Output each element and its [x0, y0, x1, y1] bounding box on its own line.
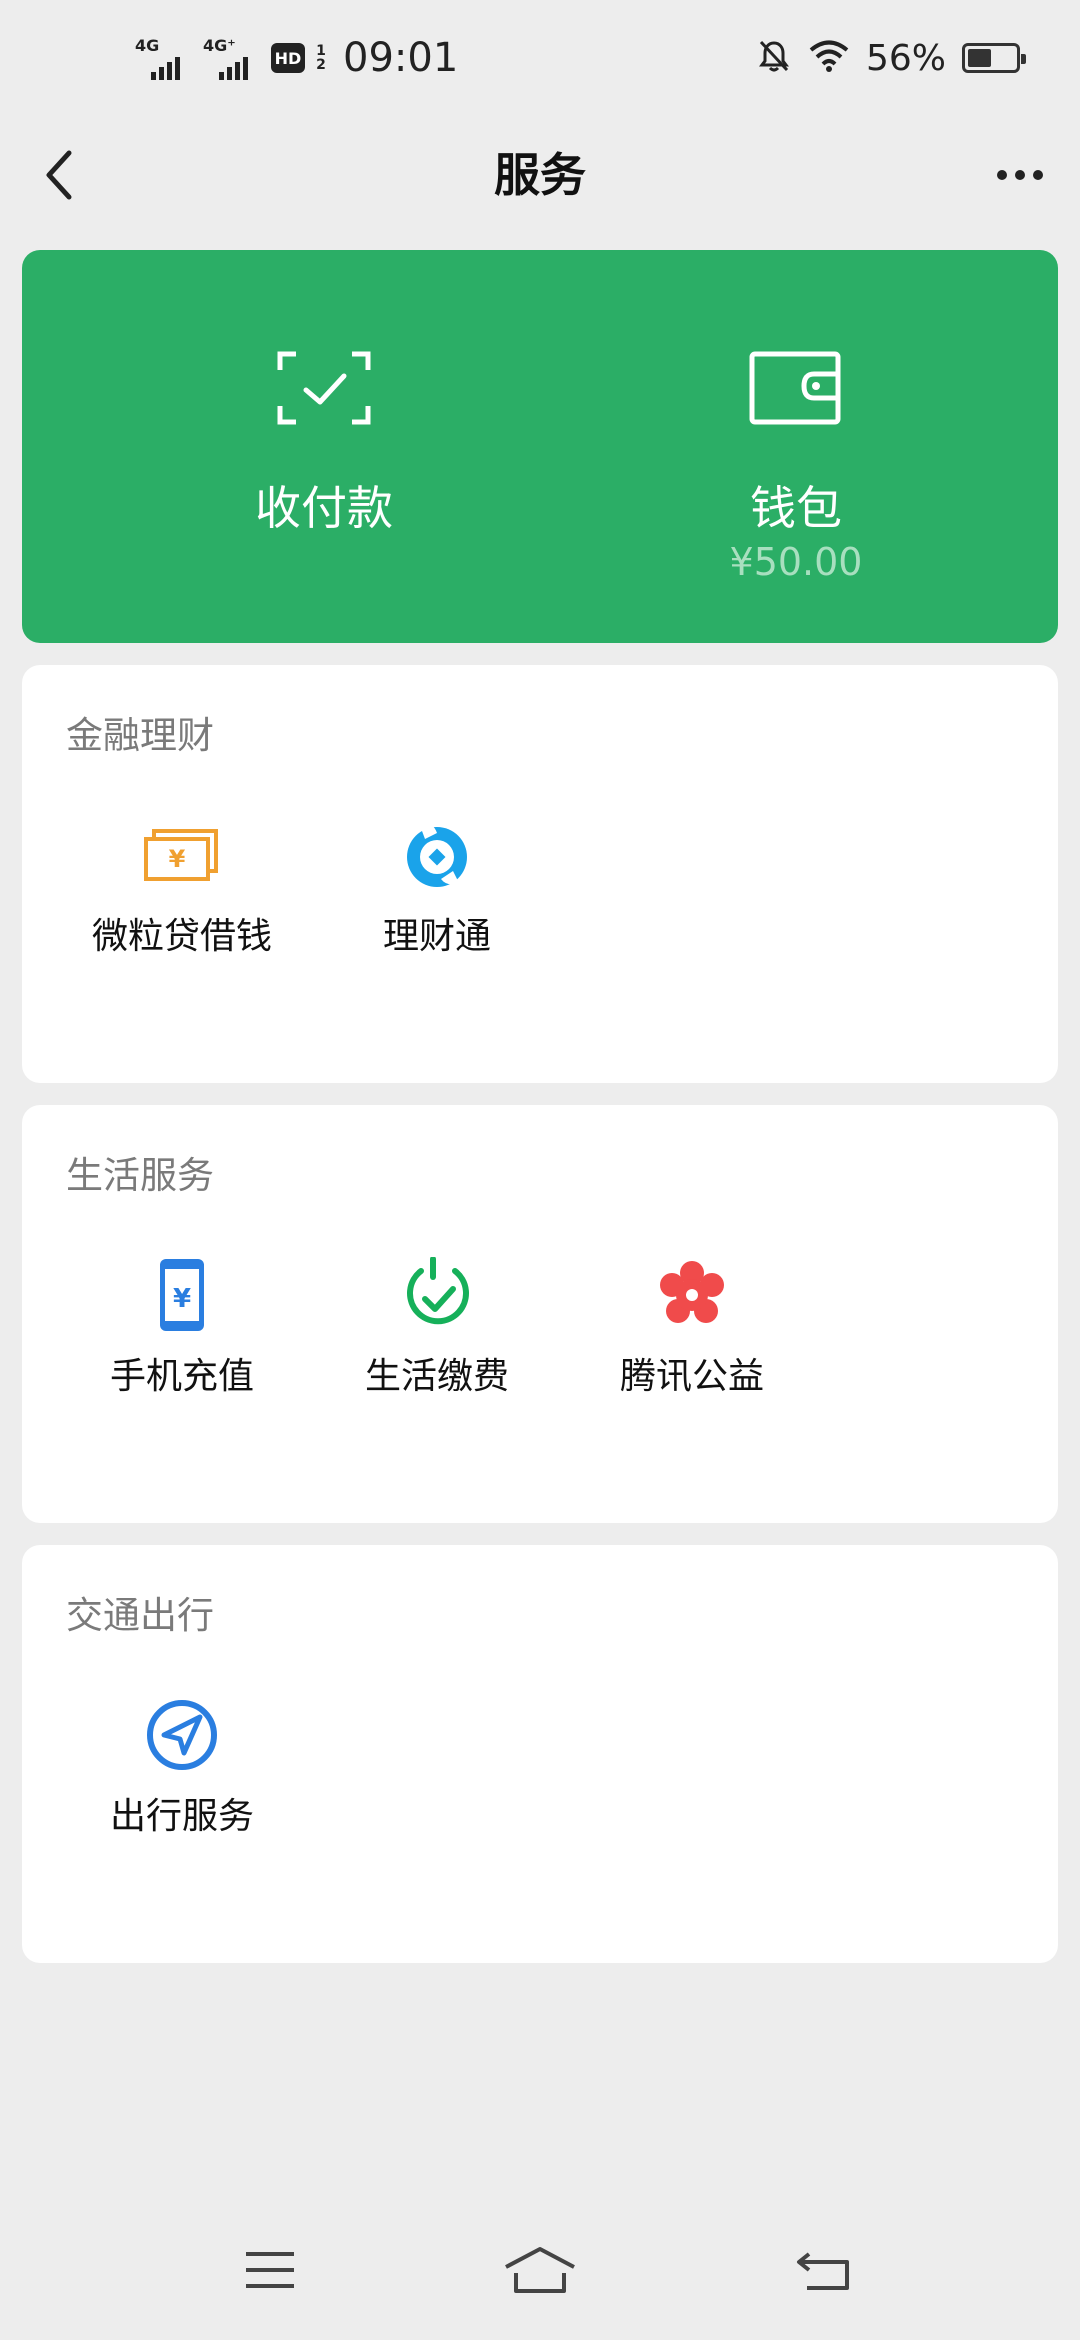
tile-utility-bills[interactable]: 生活缴费 [322, 1255, 552, 1455]
battery-icon [962, 43, 1026, 73]
tile-travel-services[interactable]: 出行服务 [67, 1695, 297, 1895]
pay-receive-label: 收付款 [255, 481, 393, 535]
return-button[interactable] [770, 2220, 880, 2320]
page-title: 服务 [494, 148, 586, 202]
mute-bell-icon [756, 38, 792, 78]
scan-check-icon [124, 350, 524, 430]
tile-phone-topup[interactable]: ¥ 手机充值 [67, 1255, 297, 1455]
more-dot [1033, 170, 1043, 180]
tile-licaitong[interactable]: 理财通 [322, 815, 552, 1015]
battery-percent: 56% [865, 37, 946, 79]
signal-2-icon: 4G⁺ [203, 30, 261, 86]
status-time: 09:01 [343, 35, 459, 81]
status-left: 4G 4G⁺ HD 1 2 09:01 [135, 28, 458, 88]
phone-yuan-icon: ¥ [67, 1255, 297, 1335]
pay-receive-button[interactable]: 收付款 [124, 250, 524, 643]
section-title: 交通出行 [66, 1594, 214, 1637]
status-right: 56% [756, 28, 1026, 88]
back-button[interactable] [24, 140, 94, 210]
tile-label: 理财通 [382, 916, 491, 957]
payment-card: 收付款 钱包 ¥50.00 [22, 250, 1058, 643]
tile-label: 出行服务 [109, 1796, 254, 1837]
home-button[interactable] [485, 2220, 595, 2320]
wifi-icon [808, 38, 850, 78]
wealth-coin-icon [322, 815, 552, 895]
nav-bar: 服务 [0, 120, 1080, 230]
menu-button[interactable] [215, 2220, 325, 2320]
tile-weilidai-loan[interactable]: ¥ 微粒贷借钱 [67, 815, 297, 1015]
hd-icon: HD [271, 43, 305, 73]
more-dot [1015, 170, 1025, 180]
more-options-button[interactable] [980, 140, 1060, 210]
section-life-services: 生活服务 ¥ 手机充值 生活缴费 腾讯公益 [22, 1105, 1058, 1523]
wallet-label: 钱包 [750, 481, 842, 535]
money-bills-icon: ¥ [67, 815, 297, 895]
system-nav-bar [0, 2200, 1080, 2340]
chevron-left-icon [46, 150, 72, 200]
tile-label: 生活缴费 [364, 1356, 509, 1397]
flower-icon [577, 1255, 807, 1335]
section-title: 生活服务 [66, 1154, 214, 1197]
home-icon [505, 2247, 575, 2293]
section-title: 金融理财 [66, 714, 214, 757]
return-icon [797, 2252, 849, 2290]
status-bar: 4G 4G⁺ HD 1 2 09:01 56% [0, 0, 1080, 120]
check-circle-icon [322, 1255, 552, 1335]
more-dot [997, 170, 1007, 180]
tile-label: 微粒贷借钱 [91, 916, 272, 957]
svg-text:¥: ¥ [169, 845, 186, 873]
tile-label: 腾讯公益 [619, 1356, 764, 1397]
section-transport: 交通出行 出行服务 [22, 1545, 1058, 1963]
tile-label: 手机充值 [109, 1356, 254, 1397]
navigation-icon [67, 1695, 297, 1775]
menu-icon [246, 2252, 294, 2288]
wallet-button[interactable]: 钱包 ¥50.00 [596, 250, 996, 643]
section-finance: 金融理财 ¥ 微粒贷借钱 理财通 [22, 665, 1058, 1083]
svg-text:¥: ¥ [173, 1284, 191, 1314]
hd-sim-indicator: 1 2 [316, 43, 326, 73]
wallet-balance: ¥50.00 [729, 540, 863, 584]
wallet-icon [596, 350, 996, 430]
tile-tencent-charity[interactable]: 腾讯公益 [577, 1255, 807, 1455]
signal-1-icon: 4G [135, 30, 193, 86]
